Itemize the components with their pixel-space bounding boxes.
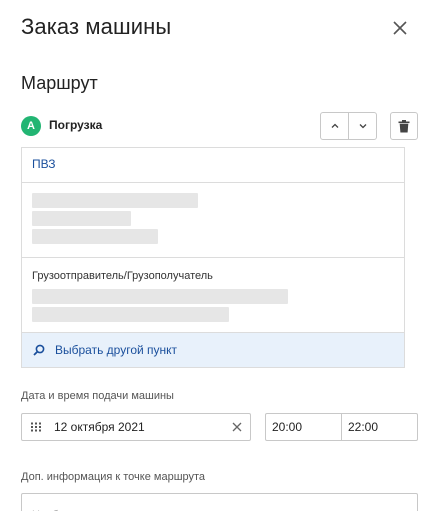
trash-icon xyxy=(398,119,410,132)
reorder-buttons xyxy=(320,112,377,140)
choose-other-point-button[interactable]: Выбрать другой пункт xyxy=(22,332,404,367)
extra-info-input[interactable] xyxy=(21,493,418,511)
point-label: Погрузка xyxy=(49,118,103,132)
search-icon xyxy=(33,344,45,356)
clear-date-button[interactable] xyxy=(224,414,250,440)
calendar-icon xyxy=(31,422,41,432)
move-down-button[interactable] xyxy=(348,113,376,139)
chevron-down-icon xyxy=(359,124,366,129)
skeleton-line xyxy=(32,289,288,304)
consignor-label: Грузоотправитель/Грузополучатель xyxy=(32,270,213,282)
date-value: 12 октября 2021 xyxy=(54,420,145,434)
skeleton-line xyxy=(32,193,198,208)
address-placeholder xyxy=(22,183,404,258)
time-from-field[interactable]: 20:00 xyxy=(266,414,341,440)
route-point-card: ПВЗ Грузоотправитель/Грузополучатель Выб… xyxy=(21,147,405,368)
chevron-up-icon xyxy=(331,123,338,128)
address-tag[interactable]: ПВЗ xyxy=(22,148,404,183)
date-field[interactable]: 12 октября 2021 xyxy=(21,413,251,441)
move-up-button[interactable] xyxy=(321,113,348,139)
clear-icon xyxy=(232,422,242,432)
time-range: 20:00 22:00 xyxy=(265,413,418,441)
delete-point-button[interactable] xyxy=(390,112,418,140)
close-icon xyxy=(393,21,407,35)
skeleton-line xyxy=(32,229,158,244)
delivery-label: Дата и время подачи машины xyxy=(21,390,174,402)
choose-other-point-label: Выбрать другой пункт xyxy=(55,343,178,357)
skeleton-line xyxy=(32,211,131,226)
consignor-block: Грузоотправитель/Грузополучатель xyxy=(22,258,404,333)
close-button[interactable] xyxy=(389,17,411,39)
dialog-title: Заказ машины xyxy=(21,14,172,39)
extra-info-label: Доп. информация к точке маршрута xyxy=(21,471,206,483)
skeleton-line xyxy=(32,307,229,322)
route-section-title: Маршрут xyxy=(21,73,98,93)
point-badge: A xyxy=(21,116,41,136)
time-to-field[interactable]: 22:00 xyxy=(341,414,417,440)
